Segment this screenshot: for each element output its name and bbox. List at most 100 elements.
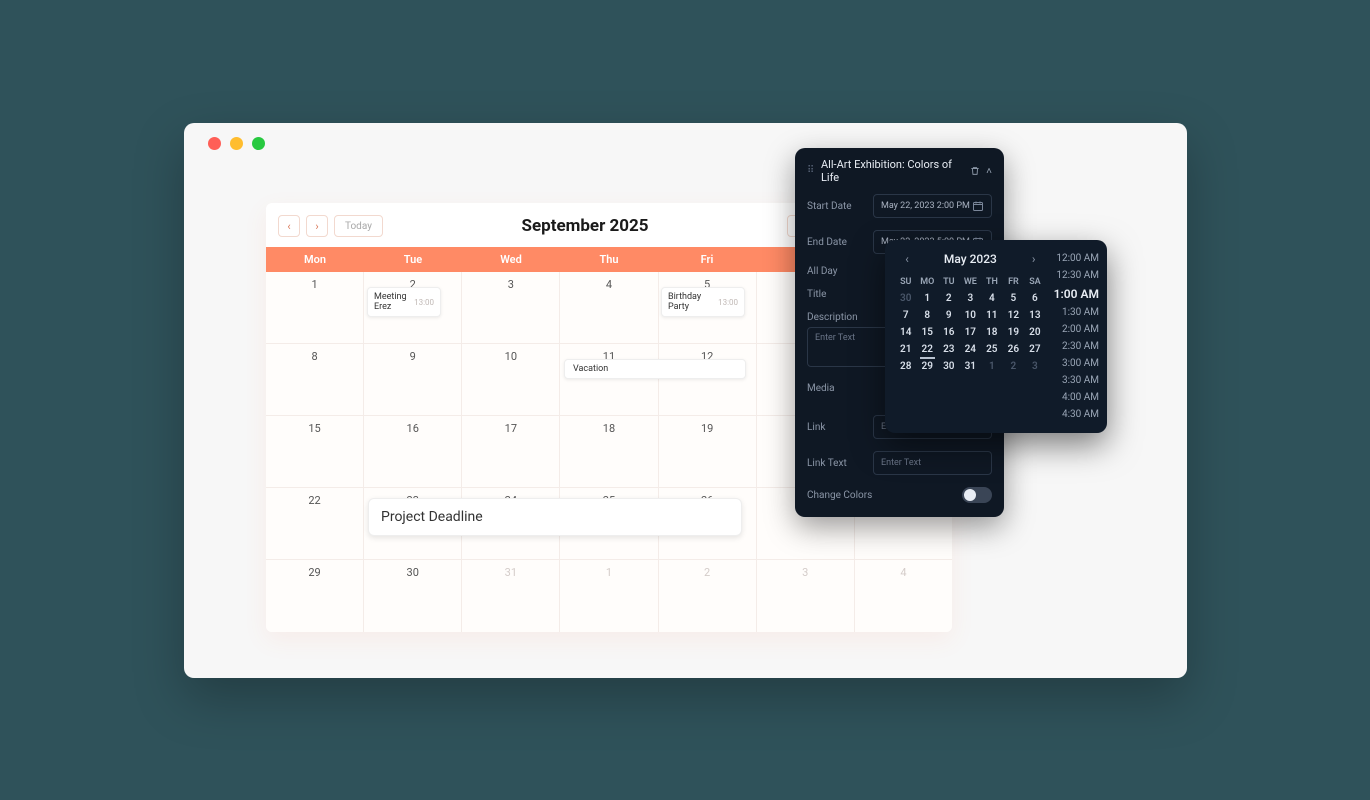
- colors-toggle[interactable]: [962, 487, 992, 503]
- start-date-input[interactable]: May 22, 2023 2:00 PM: [873, 194, 992, 218]
- label-start-date: Start Date: [807, 201, 873, 212]
- dp-day[interactable]: 25: [981, 341, 1003, 358]
- dp-day[interactable]: 30: [895, 290, 917, 307]
- dp-day[interactable]: 20: [1024, 324, 1046, 341]
- close-dot[interactable]: [208, 137, 221, 150]
- dp-time-option[interactable]: 4:30 AM: [1054, 408, 1099, 421]
- dp-day[interactable]: 1: [917, 290, 939, 307]
- dp-time-option[interactable]: 3:00 AM: [1054, 357, 1099, 370]
- dp-time-option[interactable]: 3:30 AM: [1054, 374, 1099, 387]
- calendar-cell[interactable]: 9: [364, 344, 462, 415]
- dp-day[interactable]: 7: [895, 307, 917, 324]
- dp-day[interactable]: 23: [938, 341, 960, 358]
- day-number: 22: [272, 494, 357, 507]
- prev-button[interactable]: ‹: [278, 215, 300, 237]
- day-number: 2: [665, 566, 750, 579]
- dp-day[interactable]: 27: [1024, 341, 1046, 358]
- linktext-input[interactable]: Enter Text: [873, 451, 992, 475]
- dp-day[interactable]: 19: [1003, 324, 1025, 341]
- day-number: 30: [370, 566, 455, 579]
- calendar-cell[interactable]: 11: [560, 344, 658, 415]
- collapse-icon[interactable]: ˄: [986, 166, 992, 177]
- today-button[interactable]: Today: [334, 215, 383, 237]
- dp-day[interactable]: 30: [938, 358, 960, 375]
- day-number: 4: [861, 566, 946, 579]
- dp-day[interactable]: 6: [1024, 290, 1046, 307]
- dp-day[interactable]: 13: [1024, 307, 1046, 324]
- dp-day[interactable]: 9: [938, 307, 960, 324]
- calendar-cell[interactable]: 29: [266, 560, 364, 632]
- dp-day[interactable]: 31: [960, 358, 982, 375]
- event-label: Vacation: [573, 364, 608, 374]
- datepicker-prev[interactable]: ‹: [899, 252, 915, 266]
- calendar-cell[interactable]: 30: [364, 560, 462, 632]
- calendar-cell[interactable]: 3: [757, 560, 855, 632]
- dp-day[interactable]: 16: [938, 324, 960, 341]
- dp-day[interactable]: 18: [981, 324, 1003, 341]
- dp-day[interactable]: 10: [960, 307, 982, 324]
- calendar-cell[interactable]: 10: [462, 344, 560, 415]
- dp-day[interactable]: 17: [960, 324, 982, 341]
- dp-day[interactable]: 3: [960, 290, 982, 307]
- dp-day[interactable]: 11: [981, 307, 1003, 324]
- dp-day[interactable]: 2: [938, 290, 960, 307]
- drag-handle-icon[interactable]: ⠿: [807, 166, 815, 176]
- dp-day[interactable]: 28: [895, 358, 917, 375]
- calendar-cell[interactable]: 4: [855, 560, 952, 632]
- calendar-cell[interactable]: 1: [266, 272, 364, 343]
- dp-day[interactable]: 24: [960, 341, 982, 358]
- weekday-cell: Mon: [266, 247, 364, 272]
- calendar-cell[interactable]: 31: [462, 560, 560, 632]
- dp-time-option[interactable]: 4:00 AM: [1054, 391, 1099, 404]
- dp-day[interactable]: 5: [1003, 290, 1025, 307]
- calendar-cell[interactable]: 3: [462, 272, 560, 343]
- event-meeting[interactable]: Meeting Erez 13:00: [367, 287, 441, 317]
- dp-time-option[interactable]: 12:30 AM: [1054, 269, 1099, 282]
- dp-day[interactable]: 26: [1003, 341, 1025, 358]
- dp-time-option[interactable]: 12:00 AM: [1054, 252, 1099, 265]
- timepicker-list[interactable]: 12:00 AM 12:30 AM 1:00 AM 1:30 AM 2:00 AM 2:3…: [1046, 250, 1101, 423]
- trash-icon[interactable]: [970, 166, 980, 176]
- day-number: 19: [665, 422, 750, 435]
- calendar-cell[interactable]: 1: [560, 560, 658, 632]
- next-button[interactable]: ›: [306, 215, 328, 237]
- dp-day[interactable]: 21: [895, 341, 917, 358]
- minimize-dot[interactable]: [230, 137, 243, 150]
- event-vacation[interactable]: Vacation: [564, 359, 746, 379]
- dp-day[interactable]: 22: [917, 341, 939, 358]
- dp-day[interactable]: 2: [1003, 358, 1025, 375]
- calendar-cell[interactable]: 16: [364, 416, 462, 487]
- dp-day[interactable]: 1: [981, 358, 1003, 375]
- dp-day[interactable]: 15: [917, 324, 939, 341]
- dp-day[interactable]: 12: [1003, 307, 1025, 324]
- dp-day[interactable]: 8: [917, 307, 939, 324]
- dp-time-option[interactable]: 2:00 AM: [1054, 323, 1099, 336]
- dp-day[interactable]: 4: [981, 290, 1003, 307]
- calendar-cell[interactable]: 17: [462, 416, 560, 487]
- calendar-cell[interactable]: 12: [659, 344, 757, 415]
- calendar-cell[interactable]: 2: [659, 560, 757, 632]
- dp-day[interactable]: 29: [917, 358, 939, 375]
- label-description: Description: [807, 312, 873, 323]
- dp-time-option[interactable]: 1:00 AM: [1054, 286, 1099, 302]
- dp-time-option[interactable]: 2:30 AM: [1054, 340, 1099, 353]
- calendar-cell[interactable]: 19: [659, 416, 757, 487]
- calendar-cell[interactable]: 8: [266, 344, 364, 415]
- label-end-date: End Date: [807, 237, 873, 248]
- calendar-cell[interactable]: 22: [266, 488, 364, 559]
- dp-day[interactable]: 3: [1024, 358, 1046, 375]
- dp-day[interactable]: 14: [895, 324, 917, 341]
- day-number: 10: [468, 350, 553, 363]
- event-project-deadline[interactable]: Project Deadline: [368, 498, 742, 536]
- dp-time-option[interactable]: 1:30 AM: [1054, 306, 1099, 319]
- day-number: 29: [272, 566, 357, 579]
- label-change-colors: Change Colors: [807, 490, 872, 501]
- calendar-cell[interactable]: 15: [266, 416, 364, 487]
- label-link: Link: [807, 422, 873, 433]
- datepicker-days: 3012345678910111213141516171819202122232…: [895, 290, 1046, 375]
- datepicker-next[interactable]: ›: [1026, 252, 1042, 266]
- calendar-cell[interactable]: 18: [560, 416, 658, 487]
- maximize-dot[interactable]: [252, 137, 265, 150]
- event-birthday[interactable]: Birthday Party 13:00: [661, 287, 745, 317]
- calendar-cell[interactable]: 4: [560, 272, 658, 343]
